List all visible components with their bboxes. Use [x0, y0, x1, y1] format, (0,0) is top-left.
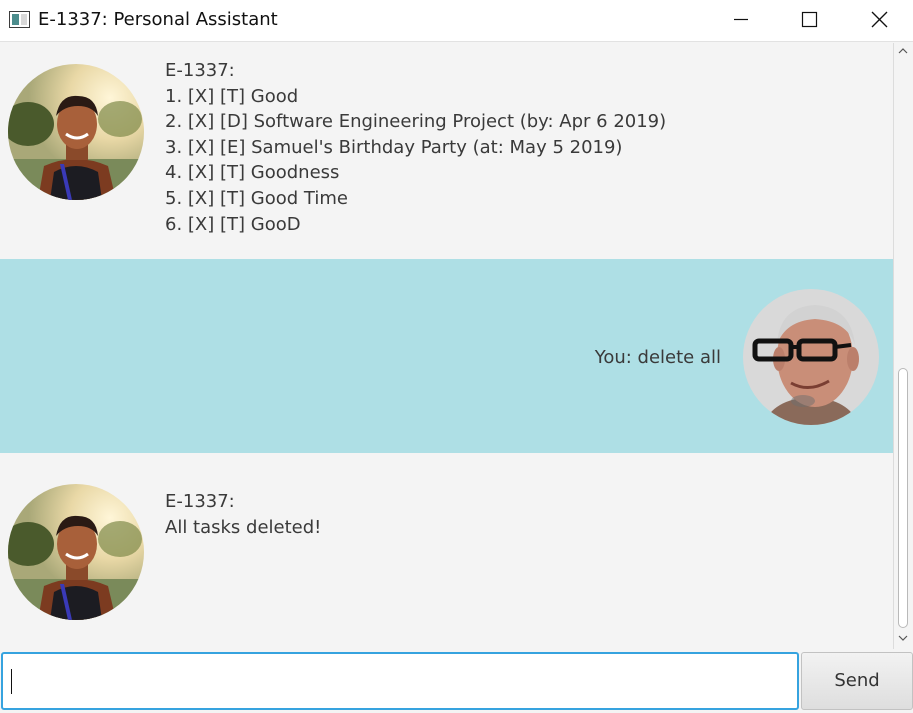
task-list-item: 3. [X] [E] Samuel's Birthday Party (at: … — [165, 136, 623, 158]
scroll-up-icon[interactable] — [898, 47, 908, 55]
user-message: You: delete all — [0, 259, 893, 453]
bot-message-sender: E-1337: — [165, 491, 235, 512]
app-window-icon — [9, 11, 30, 28]
task-list-item: 2. [X] [D] Software Engineering Project … — [165, 111, 667, 133]
maximize-button[interactable] — [786, 0, 832, 40]
maximize-icon — [801, 11, 818, 28]
minimize-button[interactable] — [718, 0, 764, 40]
vertical-scrollbar[interactable] — [893, 43, 913, 649]
window-title: E-1337: Personal Assistant — [38, 9, 278, 30]
close-button[interactable] — [856, 0, 902, 40]
chat-scroll-area[interactable]: E-1337: 1. [X] [T] Good 2. [X] [D] Softw… — [0, 43, 893, 649]
input-row: Send — [0, 649, 913, 713]
task-list-item: 4. [X] [T] Goodness — [165, 162, 340, 184]
bot-message-sender: E-1337: — [165, 60, 235, 81]
bot-message-text: E-1337: 1. [X] [T] Good 2. [X] [D] Softw… — [165, 58, 666, 237]
task-list-item: 5. [X] [T] Good Time — [165, 187, 348, 209]
bot-avatar — [8, 64, 144, 200]
bot-avatar — [8, 484, 144, 620]
scroll-down-icon[interactable] — [898, 634, 908, 642]
user-message-text: You: delete all — [594, 347, 721, 368]
bot-message: E-1337: All tasks deleted! — [0, 454, 893, 649]
task-list-item: 6. [X] [T] GooD — [165, 213, 301, 235]
task-list-item: 1. [X] [T] Good — [165, 85, 299, 107]
bot-message: E-1337: 1. [X] [T] Good 2. [X] [D] Softw… — [0, 43, 893, 258]
close-icon — [871, 11, 888, 28]
user-avatar — [743, 289, 879, 425]
bot-message-text: E-1337: All tasks deleted! — [165, 489, 321, 540]
bot-reply-line: All tasks deleted! — [165, 516, 322, 538]
scrollbar-thumb[interactable] — [898, 368, 908, 628]
send-button[interactable]: Send — [801, 652, 913, 710]
minimize-icon — [734, 18, 748, 21]
title-bar[interactable]: E-1337: Personal Assistant — [0, 0, 913, 42]
text-caret — [11, 669, 12, 694]
app-window: E-1337: Personal Assistant E-1337: 1. [X… — [0, 0, 913, 713]
message-input[interactable] — [1, 652, 799, 710]
